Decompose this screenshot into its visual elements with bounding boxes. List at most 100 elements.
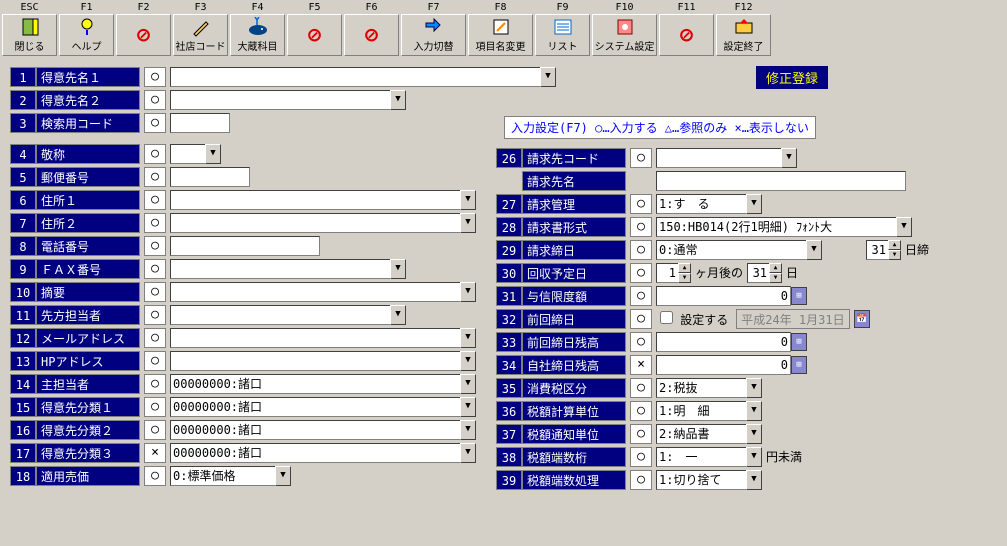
- number-input[interactable]: 0: [656, 332, 791, 352]
- dropdown[interactable]: ▼: [170, 190, 476, 210]
- chevron-down-icon[interactable]: ▼: [460, 351, 476, 371]
- mark-indicator: ○: [144, 90, 166, 110]
- set-checkbox[interactable]: 設定する: [660, 311, 728, 328]
- toolbar-f11[interactable]: F11 ⊘: [659, 2, 714, 56]
- form-row: 39税額端数処理○ 1:切り捨て ▼: [496, 469, 762, 491]
- toolbar-f6[interactable]: F6 ⊘: [344, 2, 399, 56]
- dropdown[interactable]: 1:切り捨て ▼: [656, 470, 762, 490]
- toolbar-f1[interactable]: F1 ヘルプ: [59, 2, 114, 56]
- dropdown[interactable]: ▼: [170, 259, 406, 279]
- number-input[interactable]: 0: [656, 286, 791, 306]
- fkey-label: F10: [615, 2, 633, 14]
- chevron-down-icon[interactable]: ▼: [746, 401, 762, 421]
- number-input[interactable]: 0: [656, 355, 791, 375]
- chevron-down-icon[interactable]: ▼: [781, 148, 797, 168]
- form-row: 28請求書形式○ 150:HB014(2行1明細) ﾌｫﾝﾄ大 ▼: [496, 216, 912, 238]
- row-label: 自社締日残高: [522, 355, 626, 375]
- spinner[interactable]: 31 ▲▼: [866, 240, 901, 260]
- chevron-down-icon[interactable]: ▼: [390, 259, 406, 279]
- dropdown[interactable]: 0:通常 ▼: [656, 240, 822, 260]
- dropdown[interactable]: ▼: [170, 213, 476, 233]
- chevron-down-icon[interactable]: ▼: [460, 190, 476, 210]
- dropdown[interactable]: ▼: [170, 282, 476, 302]
- calendar-icon[interactable]: 📅: [854, 310, 870, 328]
- chevron-down-icon[interactable]: ▼: [746, 470, 762, 490]
- chevron-down-icon[interactable]: ▼: [460, 420, 476, 440]
- dropdown[interactable]: ▼: [170, 328, 476, 348]
- toolbar-f2[interactable]: F2 ⊘: [116, 2, 171, 56]
- mark-indicator: ×: [144, 443, 166, 463]
- fkey-label: F11: [677, 2, 695, 14]
- calculator-icon[interactable]: ⊞: [791, 333, 807, 351]
- toolbar-esc[interactable]: ESC 閉じる: [2, 2, 57, 56]
- dropdown[interactable]: ▼: [170, 351, 476, 371]
- chevron-down-icon[interactable]: ▼: [390, 90, 406, 110]
- calculator-icon[interactable]: ⊞: [791, 356, 807, 374]
- spinner[interactable]: 1 ▲▼: [656, 263, 691, 283]
- dropdown[interactable]: ▼: [170, 67, 556, 87]
- chevron-down-icon[interactable]: ▼: [746, 194, 762, 214]
- text-input[interactable]: [170, 236, 320, 256]
- input-legend: 入力設定(F7) ○…入力する △…参照のみ ×…表示しない: [504, 116, 816, 139]
- dropdown[interactable]: ▼: [170, 90, 406, 110]
- mode-badge: 修正登録: [756, 66, 828, 89]
- row-number: 37: [496, 424, 522, 444]
- dropdown[interactable]: 2:納品書 ▼: [656, 424, 762, 444]
- dropdown[interactable]: 00000000:諸口 ▼: [170, 420, 476, 440]
- dropdown[interactable]: 00000000:諸口 ▼: [170, 374, 476, 394]
- chevron-down-icon[interactable]: ▼: [460, 397, 476, 417]
- chevron-down-icon[interactable]: ▼: [460, 282, 476, 302]
- text-input[interactable]: [170, 167, 250, 187]
- toolbar-f8[interactable]: F8 項目名変更: [468, 2, 533, 56]
- chevron-down-icon[interactable]: ▼: [205, 144, 221, 164]
- form-row: 33前回締日残高○0⊞: [496, 331, 807, 353]
- dropdown[interactable]: ▼: [170, 305, 406, 325]
- dropdown[interactable]: 1: 一 ▼: [656, 447, 762, 467]
- spinner[interactable]: 31 ▲▼: [747, 263, 782, 283]
- dropdown[interactable]: ▼: [656, 148, 797, 168]
- chevron-down-icon[interactable]: ▼: [540, 67, 556, 87]
- chevron-down-icon[interactable]: ▼: [896, 217, 912, 237]
- chevron-down-icon[interactable]: ▼: [746, 378, 762, 398]
- dropdown[interactable]: 1:明 細 ▼: [656, 401, 762, 421]
- text-input[interactable]: [170, 113, 230, 133]
- row-number: 32: [496, 309, 522, 329]
- gear-icon: [614, 17, 636, 37]
- dropdown[interactable]: 00000000:諸口 ▼: [170, 443, 476, 463]
- chevron-down-icon[interactable]: ▼: [460, 443, 476, 463]
- row-number: 17: [10, 443, 36, 463]
- toolbar-f9[interactable]: F9 リスト: [535, 2, 590, 56]
- chevron-down-icon[interactable]: ▼: [460, 374, 476, 394]
- dropdown[interactable]: 0:標準価格 ▼: [170, 466, 291, 486]
- toolbar-label: 閉じる: [15, 38, 45, 53]
- toolbar-f3[interactable]: F3 社店コード: [173, 2, 228, 56]
- row-label: 請求締日: [522, 240, 626, 260]
- toolbar-f4[interactable]: F4 大蔵科目: [230, 2, 285, 56]
- chevron-down-icon[interactable]: ▼: [460, 213, 476, 233]
- row-label: メールアドレス: [36, 328, 140, 348]
- calculator-icon[interactable]: ⊞: [791, 287, 807, 305]
- chevron-down-icon[interactable]: ▼: [746, 424, 762, 444]
- arrows-icon: [423, 17, 445, 37]
- dropdown[interactable]: 00000000:諸口 ▼: [170, 397, 476, 417]
- toolbar-f10[interactable]: F10 システム設定: [592, 2, 657, 56]
- dropdown[interactable]: 150:HB014(2行1明細) ﾌｫﾝﾄ大 ▼: [656, 217, 912, 237]
- row-number: 2: [10, 90, 36, 110]
- toolbar-f12[interactable]: F12 設定終了: [716, 2, 771, 56]
- prohibit-icon: ⊘: [133, 25, 155, 45]
- toolbar-f7[interactable]: F7 入力切替: [401, 2, 466, 56]
- chevron-down-icon[interactable]: ▼: [806, 240, 822, 260]
- toolbar-f5[interactable]: F5 ⊘: [287, 2, 342, 56]
- chevron-down-icon[interactable]: ▼: [275, 466, 291, 486]
- fkey-label: F9: [556, 2, 568, 14]
- help-icon: [76, 17, 98, 37]
- dropdown[interactable]: 1:す る ▼: [656, 194, 762, 214]
- dropdown[interactable]: 2:税抜 ▼: [656, 378, 762, 398]
- edit-icon: [490, 17, 512, 37]
- mark-indicator: ○: [630, 424, 652, 444]
- form-row: 17得意先分類３× 00000000:諸口 ▼: [10, 442, 476, 464]
- dropdown[interactable]: ▼: [170, 144, 221, 164]
- chevron-down-icon[interactable]: ▼: [746, 447, 762, 467]
- chevron-down-icon[interactable]: ▼: [390, 305, 406, 325]
- chevron-down-icon[interactable]: ▼: [460, 328, 476, 348]
